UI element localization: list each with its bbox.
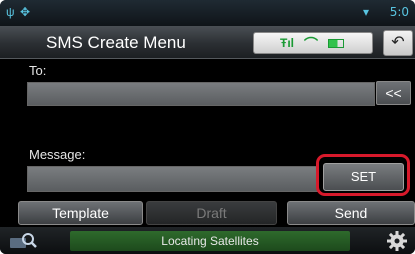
template-button[interactable]: Template xyxy=(18,201,143,225)
navigation-status-bar: Locating Satellites xyxy=(70,231,350,251)
footer-status-text: Locating Satellites xyxy=(161,234,259,248)
message-input[interactable] xyxy=(27,166,319,192)
usb-icon: ψ xyxy=(6,5,15,19)
battery-icon xyxy=(328,39,344,48)
to-input[interactable] xyxy=(27,82,375,106)
wifi-icon: ▾ xyxy=(363,5,370,19)
header: SMS Create Menu Ŧıl ⌒ ↶ xyxy=(0,26,415,59)
phone-link-icon: ⌒ xyxy=(304,36,318,52)
status-time: 5:0 xyxy=(389,5,409,19)
signal-icon: Ŧıl xyxy=(280,36,294,50)
notification-icon: ✥ xyxy=(20,5,31,19)
gear-icon[interactable] xyxy=(386,230,408,252)
status-bar: ψ ✥ ▾ 5:0 xyxy=(0,0,415,26)
connection-status: Ŧıl ⌒ xyxy=(253,32,373,54)
back-button[interactable]: ↶ xyxy=(383,30,413,56)
message-label: Message: xyxy=(29,147,86,162)
map-search-icon[interactable] xyxy=(8,230,38,250)
recipient-select-button[interactable]: << xyxy=(376,81,411,105)
page-title: SMS Create Menu xyxy=(46,33,186,52)
sms-create-screen: ψ ✥ ▾ 5:0 SMS Create Menu Ŧıl ⌒ ↶ To: <<… xyxy=(0,0,415,254)
back-icon: ↶ xyxy=(391,34,405,51)
footer: Locating Satellites xyxy=(0,227,415,254)
send-button[interactable]: Send xyxy=(287,201,415,225)
draft-button[interactable]: Draft xyxy=(146,201,277,225)
to-label: To: xyxy=(29,63,47,78)
set-button[interactable]: SET xyxy=(323,163,404,191)
